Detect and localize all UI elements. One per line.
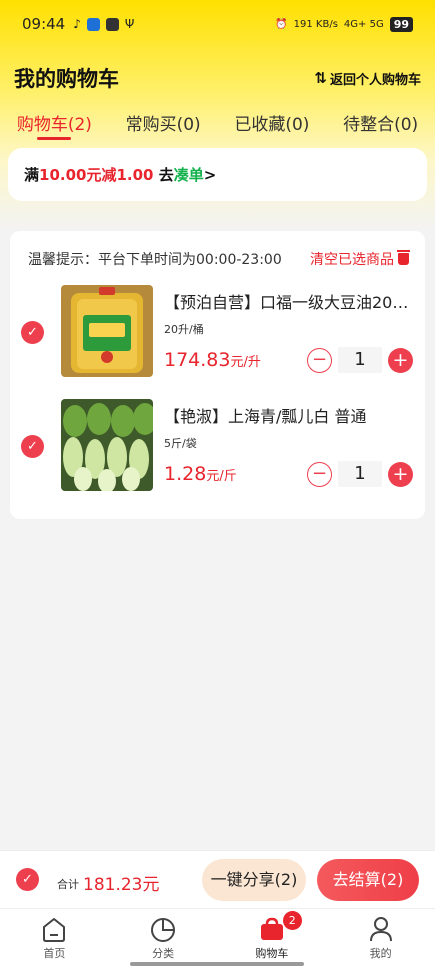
clear-selected-button[interactable]: 清空已选商品 bbox=[310, 249, 410, 269]
nav-category[interactable]: 分类 bbox=[109, 909, 218, 968]
network-speed: 191 KB/s bbox=[293, 18, 338, 30]
total-amount: 181.23元 bbox=[83, 875, 160, 895]
quantity-input[interactable]: 1 bbox=[338, 461, 382, 487]
item-spec: 5斤/袋 bbox=[164, 437, 197, 450]
tab-favorites[interactable]: 已收藏(0) bbox=[218, 104, 327, 144]
cart-item: ✓ 【艳淑】上海青/瓢儿白 普通 5斤/袋 1.28元/斤 − 1 + bbox=[10, 397, 425, 497]
decrease-quantity-button[interactable]: − bbox=[307, 347, 332, 373]
decrease-quantity-button[interactable]: − bbox=[307, 461, 332, 487]
total-label: 合计 bbox=[57, 878, 79, 891]
item-checkbox[interactable]: ✓ bbox=[21, 435, 44, 458]
nav-profile[interactable]: 我的 bbox=[326, 909, 435, 968]
tiktok-icon: ♪ bbox=[73, 17, 81, 31]
swap-icon: ⇅ bbox=[314, 69, 327, 87]
tab-pending[interactable]: 待整合(0) bbox=[326, 104, 435, 144]
quantity-input[interactable]: 1 bbox=[338, 347, 382, 373]
nav-category-label: 分类 bbox=[152, 947, 175, 960]
promo-banner[interactable]: 满 10.00元 减 1.00 去 凑单 > bbox=[8, 148, 427, 201]
tab-frequent[interactable]: 常购买(0) bbox=[109, 104, 218, 144]
cart-count-badge: 2 bbox=[282, 911, 302, 930]
checkout-bar: ✓ 合计 181.23元 一键分享(2) 去结算(2) bbox=[0, 850, 435, 908]
battery-indicator: 99 bbox=[389, 16, 413, 32]
usb-icon: Ψ bbox=[124, 17, 135, 31]
nav-home[interactable]: 首页 bbox=[0, 909, 109, 968]
trash-icon bbox=[397, 250, 410, 265]
cart-card: 温馨提示：平台下单时间为00:00-23:00 清空已选商品 ✓ 【预泊自营】口… bbox=[10, 231, 425, 519]
product-image-bok-choy[interactable] bbox=[61, 399, 153, 491]
tab-cart[interactable]: 购物车(2) bbox=[0, 104, 109, 144]
return-personal-cart-label: 返回个人购物车 bbox=[329, 72, 421, 88]
promo-discount: 1.00 bbox=[116, 165, 154, 184]
page-header: 我的购物车 ⇅ 返回个人购物车 bbox=[0, 58, 435, 98]
status-bar: 09:44 ♪ Ψ ⏰ 191 KB/s 4G+ 5G 99 bbox=[0, 0, 435, 48]
increase-quantity-button[interactable]: + bbox=[388, 347, 413, 373]
notice-row: 温馨提示：平台下单时间为00:00-23:00 清空已选商品 bbox=[28, 249, 410, 269]
order-time-notice: 温馨提示：平台下单时间为00:00-23:00 bbox=[28, 252, 282, 268]
return-personal-cart-link[interactable]: ⇅ 返回个人购物车 bbox=[314, 69, 421, 88]
page-title: 我的购物车 bbox=[14, 67, 119, 91]
quantity-stepper: − 1 + bbox=[307, 347, 413, 373]
category-icon bbox=[151, 918, 176, 942]
checkout-button[interactable]: 去结算(2) bbox=[317, 859, 419, 901]
app-notification-icon bbox=[86, 17, 100, 31]
signal-icon: 4G+ 5G bbox=[343, 18, 384, 30]
increase-quantity-button[interactable]: + bbox=[388, 461, 413, 487]
clear-selected-label: 清空已选商品 bbox=[310, 252, 394, 268]
profile-icon bbox=[369, 917, 392, 942]
nav-profile-label: 我的 bbox=[369, 947, 392, 960]
bottom-nav: 首页 分类 2 购物车 我的 bbox=[0, 908, 435, 968]
nav-cart-label: 购物车 bbox=[255, 947, 289, 960]
select-all-checkbox[interactable]: ✓ bbox=[16, 868, 39, 891]
alarm-icon: ⏰ bbox=[275, 18, 288, 30]
mail-icon bbox=[105, 17, 119, 31]
nav-cart[interactable]: 2 购物车 bbox=[218, 909, 327, 968]
item-name[interactable]: 【艳淑】上海青/瓢儿白 普通 bbox=[164, 403, 414, 427]
cart-tabs: 购物车(2) 常购买(0) 已收藏(0) 待整合(0) bbox=[0, 104, 435, 144]
chevron-right-icon: > bbox=[203, 165, 217, 184]
quantity-stepper: − 1 + bbox=[307, 461, 413, 487]
promo-threshold: 10.00元 bbox=[39, 166, 102, 184]
item-price: 1.28元/斤 bbox=[164, 463, 237, 485]
nav-home-label: 首页 bbox=[43, 947, 66, 960]
cart-item: ✓ 【预泊自营】口福一级大豆油20升/桶 20升/桶 174.83元/升 − 1… bbox=[10, 283, 425, 383]
item-name[interactable]: 【预泊自营】口福一级大豆油20升/桶 bbox=[164, 289, 414, 313]
home-indicator bbox=[130, 962, 304, 966]
share-button[interactable]: 一键分享(2) bbox=[202, 859, 306, 901]
item-checkbox[interactable]: ✓ bbox=[21, 321, 44, 344]
promo-add-items-link[interactable]: 凑单 bbox=[174, 164, 204, 185]
home-icon bbox=[43, 918, 66, 942]
product-image-soybean-oil[interactable] bbox=[61, 285, 153, 377]
item-spec: 20升/桶 bbox=[164, 323, 204, 336]
status-time: 09:44 bbox=[22, 15, 66, 33]
item-price: 174.83元/升 bbox=[164, 349, 261, 371]
